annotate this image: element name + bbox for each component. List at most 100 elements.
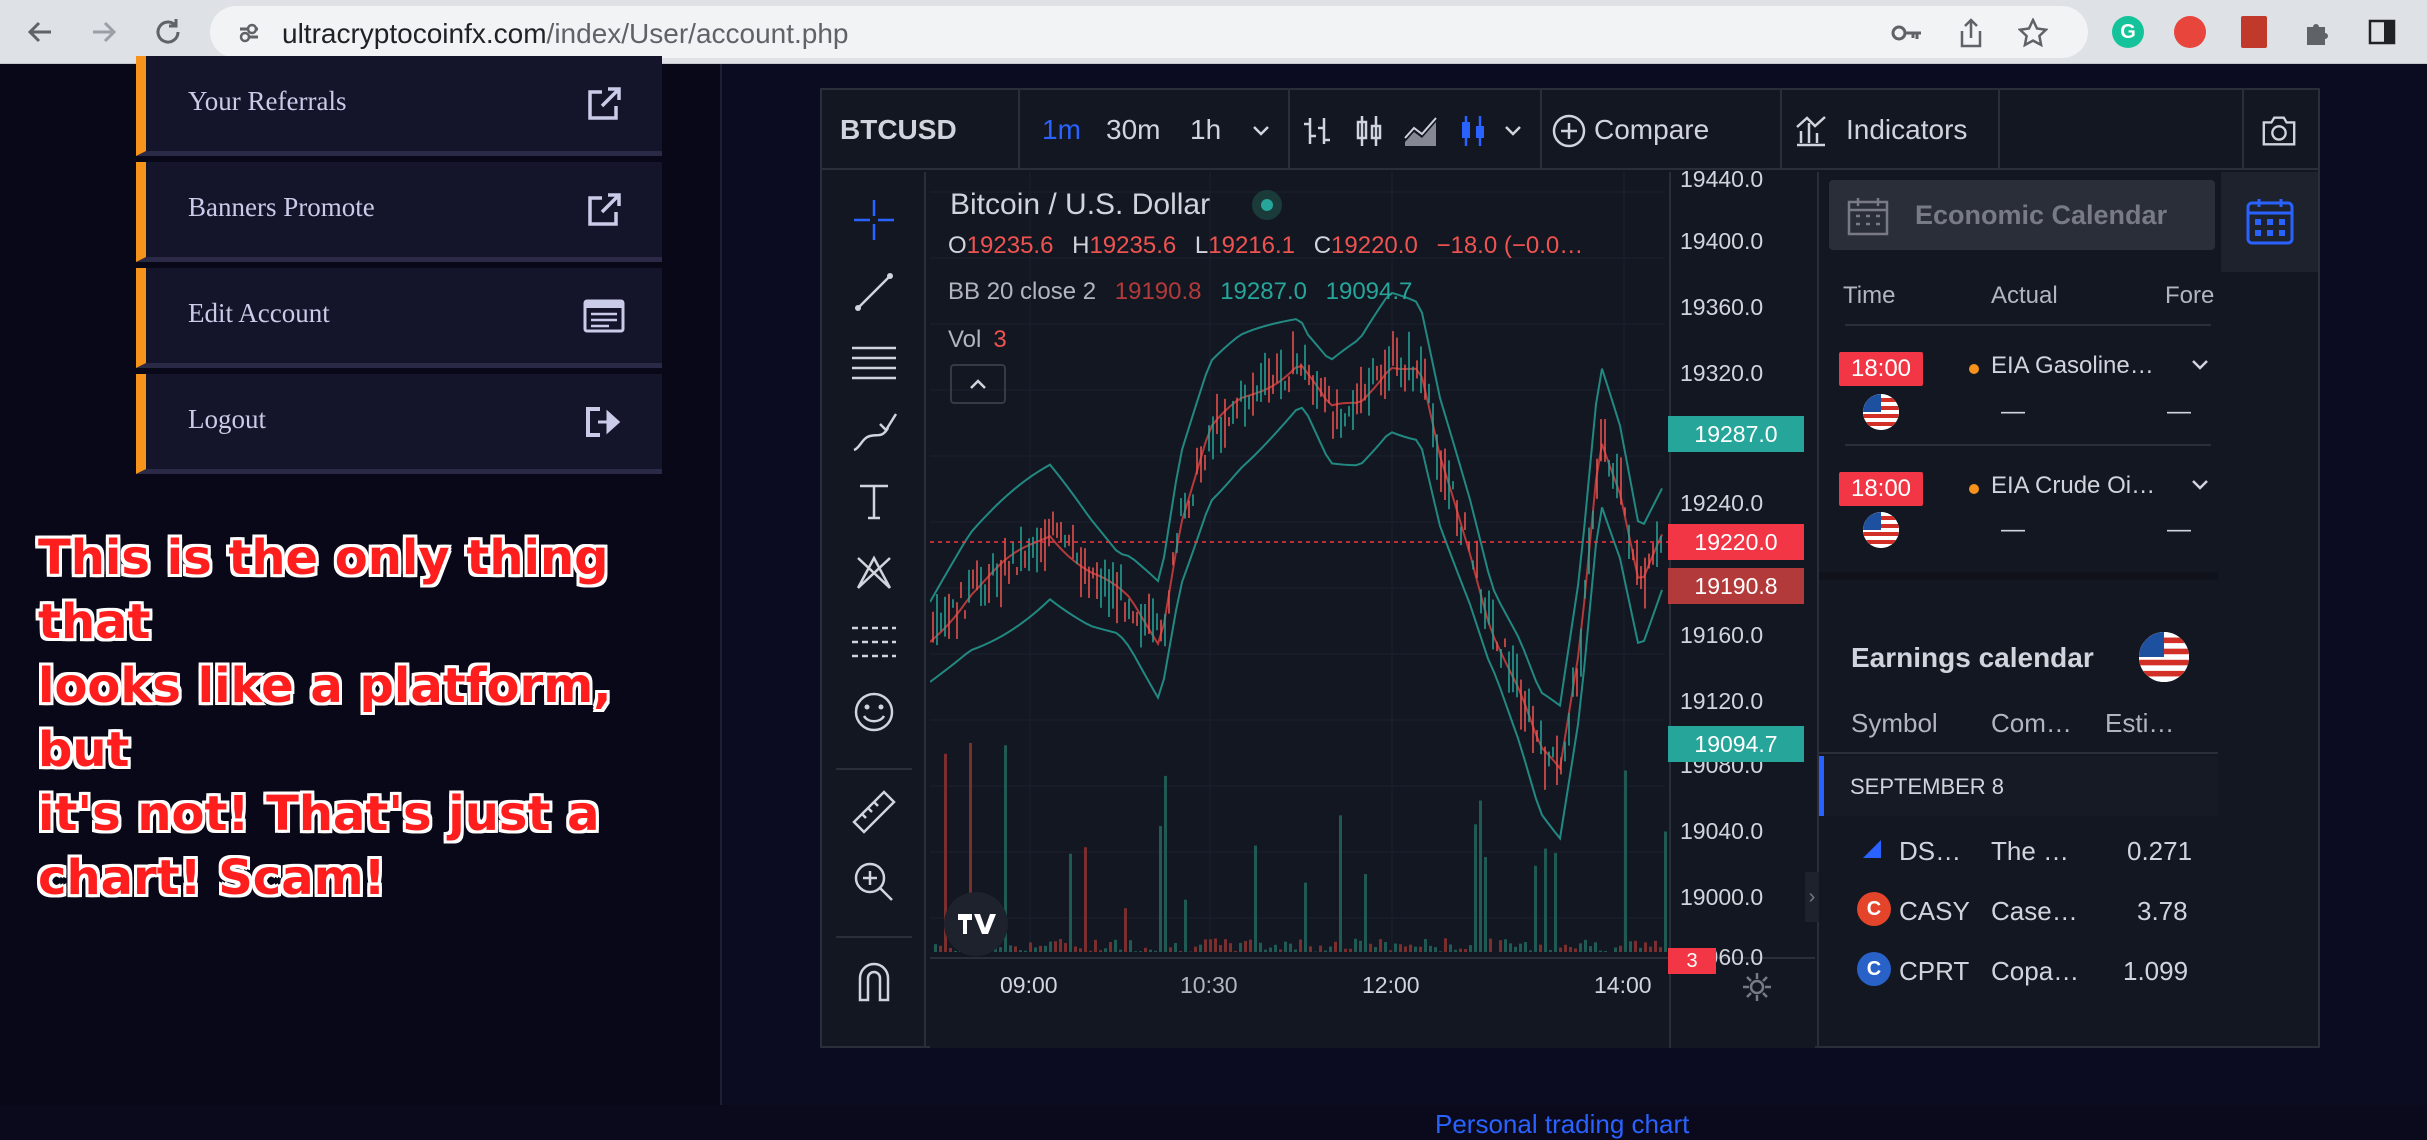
crosshair-icon[interactable] xyxy=(850,196,898,244)
forward-button[interactable] xyxy=(80,8,128,56)
chevron-down-icon[interactable] xyxy=(1494,112,1532,150)
volume-bar xyxy=(1309,946,1312,952)
password-key-icon[interactable] xyxy=(1890,16,1924,50)
url-text: ultracryptocoinfx.com/index/User/account… xyxy=(282,18,849,50)
volume-bar xyxy=(1234,951,1237,952)
earn-col-company: Com… xyxy=(1991,708,2072,739)
candle-style-icon[interactable] xyxy=(1350,112,1388,150)
red-book-extension-icon[interactable] xyxy=(2232,10,2276,54)
volume-bar xyxy=(1579,943,1582,952)
econ-event-name[interactable]: EIA Gasoline… xyxy=(1991,352,2154,380)
volume-legend[interactable]: Vol3 xyxy=(948,326,1007,354)
zoom-in-icon[interactable] xyxy=(850,858,898,906)
interval-1h[interactable]: 1h xyxy=(1190,114,1221,146)
volume-bar xyxy=(1599,951,1602,952)
trend-line-icon[interactable] xyxy=(850,268,898,316)
volume-bar xyxy=(1394,943,1397,952)
magnet-icon[interactable] xyxy=(850,956,898,1004)
scam-warning-annotation: This is the only thing that looks like a… xyxy=(38,526,718,910)
table-row[interactable]: C CASY Case… 3.78 xyxy=(1819,880,2218,940)
side-panel-icon[interactable] xyxy=(2360,10,2404,54)
volume-bar xyxy=(1219,945,1222,952)
tradingview-logo-icon[interactable] xyxy=(944,892,1008,956)
page-body: Your Referrals Banners Promote Edit Acco… xyxy=(0,64,2427,1105)
interval-30m[interactable]: 30m xyxy=(1106,114,1160,146)
y-tick: 19240.0 xyxy=(1680,490,1763,517)
volume-bar xyxy=(1154,951,1157,952)
bollinger-bands-legend[interactable]: BB 20 close 2 19190.8 19287.0 19094.7 xyxy=(948,278,1412,306)
area-style-icon[interactable] xyxy=(1402,112,1440,150)
importance-dot xyxy=(1969,484,1979,494)
compare-button[interactable]: Compare xyxy=(1594,114,1709,146)
volume-bar xyxy=(1509,943,1512,952)
table-row[interactable]: DS… The … 0.271 xyxy=(1819,820,2218,880)
chevron-down-icon[interactable] xyxy=(1242,112,1280,150)
indicators-icon[interactable] xyxy=(1792,112,1830,150)
econ-event-name[interactable]: EIA Crude Oi… xyxy=(1991,472,2155,500)
extension-badge-icon[interactable] xyxy=(2168,10,2212,54)
horizontal-lines-icon[interactable] xyxy=(850,338,898,386)
brush-icon[interactable] xyxy=(850,408,898,456)
bar-style-icon[interactable] xyxy=(1298,112,1336,150)
back-button[interactable] xyxy=(16,8,64,56)
interval-1m[interactable]: 1m xyxy=(1042,114,1081,146)
grammarly-extension-icon[interactable]: G xyxy=(2106,10,2150,54)
chevron-down-icon[interactable] xyxy=(2191,478,2209,496)
sidebar-item-label: Edit Account xyxy=(188,298,330,329)
volume-bar xyxy=(1089,951,1092,952)
volume-bar xyxy=(1434,947,1437,952)
bookmark-star-icon[interactable] xyxy=(2016,16,2050,50)
camera-snapshot-icon[interactable] xyxy=(2260,112,2298,150)
text-tool-icon[interactable] xyxy=(850,478,898,526)
volume-bar xyxy=(1474,824,1477,952)
symbol-label[interactable]: BTCUSD xyxy=(840,114,957,146)
economic-calendar-header[interactable]: Economic Calendar xyxy=(1829,180,2215,250)
compare-plus-icon[interactable] xyxy=(1550,112,1588,150)
volume-bar xyxy=(1334,942,1337,952)
hollow-candle-icon[interactable] xyxy=(1454,112,1492,150)
emoji-smile-icon[interactable] xyxy=(850,688,898,736)
reload-button[interactable] xyxy=(144,8,192,56)
sidebar-item-logout[interactable]: Logout xyxy=(136,374,662,474)
volume-bar xyxy=(1054,941,1057,952)
ruler-icon[interactable] xyxy=(850,788,898,836)
chevron-up-icon xyxy=(969,378,987,390)
pattern-tool-icon[interactable] xyxy=(850,548,898,596)
sidebar-item-edit-account[interactable]: Edit Account xyxy=(136,268,662,368)
market-open-indicator xyxy=(1252,190,1282,220)
site-info-icon[interactable] xyxy=(232,16,266,50)
econ-col-forecast: Fore xyxy=(2165,282,2214,310)
price-chart[interactable]: Bitcoin / U.S. Dollar O19235.6 H19235.6 … xyxy=(930,172,1815,1048)
share-icon[interactable] xyxy=(1954,16,1988,50)
puzzle-extensions-icon[interactable] xyxy=(2296,10,2340,54)
volume-bar xyxy=(1389,950,1392,952)
volume-bar xyxy=(1569,947,1572,952)
us-flag-icon[interactable] xyxy=(2139,632,2189,682)
personal-trading-chart-link[interactable]: Personal trading chart xyxy=(1435,1109,1689,1140)
volume-bar xyxy=(1099,950,1102,952)
volume-bar xyxy=(1369,944,1372,952)
earn-col-symbol: Symbol xyxy=(1851,708,1938,739)
volume-bar xyxy=(1149,950,1152,952)
sidebar-item-label: Logout xyxy=(188,404,266,435)
legend-collapse-button[interactable] xyxy=(950,364,1006,404)
drawing-toolbar xyxy=(822,172,926,1048)
address-bar[interactable]: ultracryptocoinfx.com/index/User/account… xyxy=(210,6,2088,58)
chevron-down-icon[interactable] xyxy=(2191,358,2209,376)
chart-settings-gear-icon[interactable] xyxy=(1740,970,1774,1004)
volume-bar xyxy=(1454,950,1457,952)
calendar-side-tab[interactable] xyxy=(2221,172,2318,272)
volume-bar xyxy=(1589,946,1592,952)
panel-collapse-handle[interactable]: › xyxy=(1805,872,1819,922)
sidebar-item-banners[interactable]: Banners Promote xyxy=(136,162,662,262)
y-tick: 19400.0 xyxy=(1680,228,1763,255)
prediction-tool-icon[interactable] xyxy=(850,618,898,666)
table-row[interactable]: C CPRT Copa… 1.099 xyxy=(1819,940,2218,1000)
ohlc-legend: O19235.6 H19235.6 L19216.1 C19220.0 −18.… xyxy=(948,232,1595,260)
indicators-button[interactable]: Indicators xyxy=(1846,114,1967,146)
volume-bar xyxy=(1014,946,1017,952)
volume-bar xyxy=(1554,853,1557,952)
sidebar-item-referrals[interactable]: Your Referrals xyxy=(136,56,662,156)
us-flag-icon xyxy=(1863,512,1899,548)
bb-upper-price-tag: 19287.0 xyxy=(1668,416,1804,452)
